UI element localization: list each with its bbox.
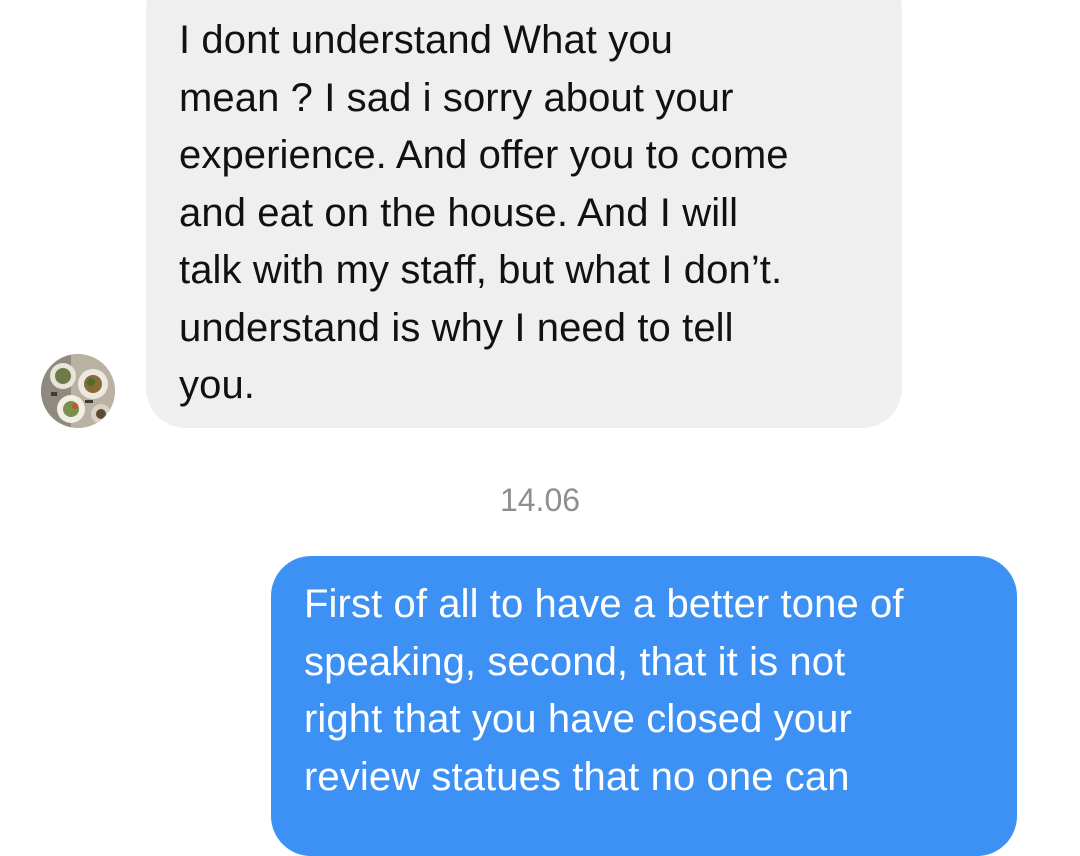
chat-thread: I dont understand What you mean ? I sad … xyxy=(0,0,1080,856)
message-timestamp: 14.06 xyxy=(499,482,581,518)
incoming-message-text: I dont understand What you mean ? I sad … xyxy=(179,18,789,407)
incoming-message-bubble[interactable]: I dont understand What you mean ? I sad … xyxy=(146,0,902,428)
food-photo-avatar-icon xyxy=(41,354,115,428)
sender-avatar[interactable] xyxy=(41,354,115,428)
outgoing-message-text: First of all to have a better tone of sp… xyxy=(304,582,904,799)
outgoing-message-bubble[interactable]: First of all to have a better tone of sp… xyxy=(271,556,1017,856)
